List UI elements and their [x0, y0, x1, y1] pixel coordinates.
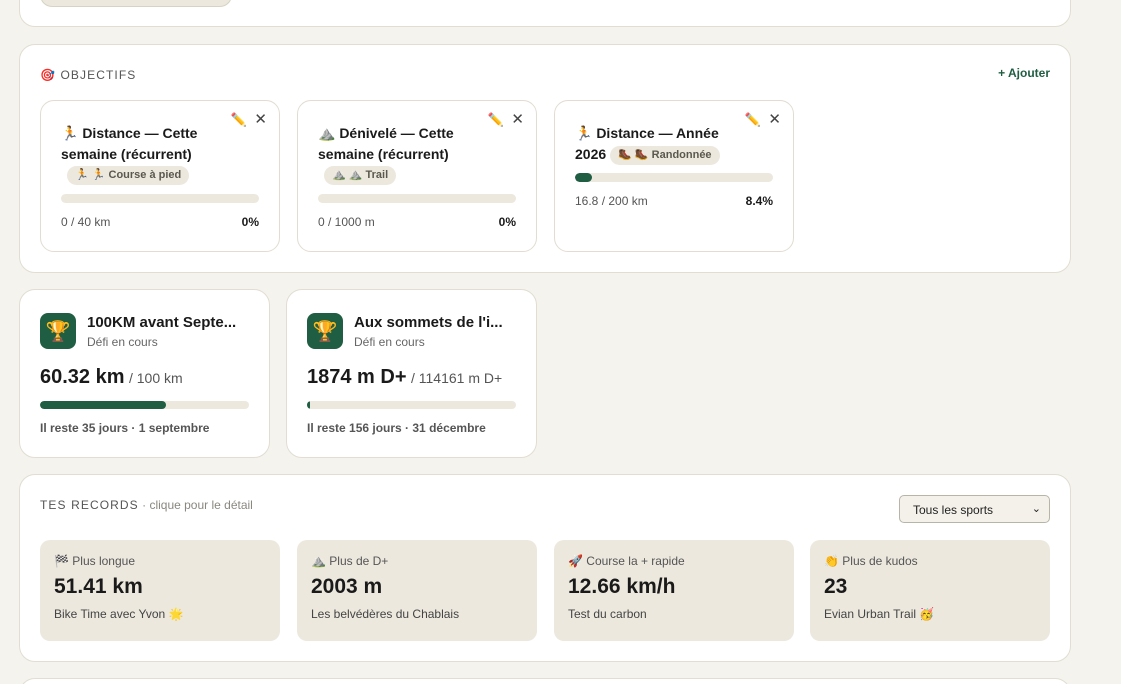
challenge-card[interactable]: 🏆 Aux sommets de l'i... Défi en cours 18… — [286, 289, 537, 458]
pencil-icon[interactable]: ✏️ — [745, 112, 761, 128]
record-activity: Evian Urban Trail 🥳 — [824, 607, 935, 621]
record-activity: Bike Time avec Yvon 🌟 — [54, 607, 184, 621]
trophy-icon: 🏆 — [40, 313, 76, 349]
goal-progress-text: 0 / 1000 m — [318, 215, 375, 229]
challenge-title: Aux sommets de l'i... — [354, 314, 503, 331]
goal-title: ⛰️ Dénivelé — Cette semaine (récurrent) — [318, 125, 454, 162]
target-icon: 🎯 — [40, 68, 57, 82]
challenge-current: 1874 m D+ — [307, 366, 407, 388]
add-objective-button[interactable]: + Ajouter — [998, 66, 1050, 80]
sport-filter-select[interactable]: Tous les sports ⌄ — [899, 495, 1050, 523]
challenge-remaining: Il reste 156 jours · 31 décembre — [307, 421, 486, 435]
challenge-current: 60.32 km — [40, 366, 125, 388]
challenge-progress-bar — [307, 401, 516, 409]
goal-sport-tag: 🥾 🥾 Randonnée — [610, 145, 720, 165]
record-activity: Les belvédères du Chablais — [311, 607, 460, 621]
record-value: 23 — [824, 575, 848, 598]
record-value: 12.66 km/h — [568, 575, 676, 598]
challenge-progress-fill — [40, 401, 167, 409]
challenge-title: 100KM avant Septe... — [87, 314, 237, 331]
challenge-target: / 100 km — [128, 370, 183, 386]
challenge-progress-fill — [307, 401, 311, 409]
challenge-status: Défi en cours — [354, 335, 425, 349]
record-label: 🏁 Plus longue — [54, 554, 135, 568]
goal-card: ✏️ ✕ 🏃 Distance — Année 2026 🥾 🥾 Randonné… — [554, 100, 794, 252]
record-value: 51.41 km — [54, 575, 143, 598]
record-label: 👏 Plus de kudos — [824, 554, 918, 568]
trophy-icon: 🏆 — [307, 313, 343, 349]
objectives-section: 🎯 OBJECTIFS + Ajouter ✏️ ✕ 🏃 Distance — … — [19, 44, 1071, 273]
record-label: 🚀 Course la + rapide — [568, 554, 685, 568]
chevron-down-icon: ⌄ — [1031, 503, 1041, 515]
record-tile-elevation[interactable]: ⛰️ Plus de D+ 2003 m Les belvédères du C… — [297, 540, 537, 641]
records-subtitle: · clique pour le détail — [138, 498, 253, 512]
goal-progress-fill — [575, 173, 592, 182]
record-activity: Test du carbon — [568, 607, 647, 621]
records-section: TES RECORDS · clique pour le détail Tous… — [19, 474, 1071, 662]
goal-sport-tag: ⛰️ ⛰️ Trail — [324, 166, 397, 185]
record-value: 2003 m — [311, 575, 383, 598]
sport-filter-value: Tous les sports — [913, 503, 994, 517]
record-tile-kudos[interactable]: 👏 Plus de kudos 23 Evian Urban Trail 🥳 — [810, 540, 1050, 641]
next-section-card — [19, 678, 1071, 684]
goal-progress-bar — [575, 173, 773, 182]
goal-card: ✏️ ✕ 🏃 Distance — Cette semaine (récurre… — [40, 100, 280, 252]
goal-percent: 0% — [241, 215, 259, 229]
previous-section-card — [19, 0, 1071, 27]
challenge-status: Défi en cours — [87, 335, 158, 349]
challenge-remaining: Il reste 35 jours · 1 septembre — [40, 421, 210, 435]
objectives-title: 🎯 OBJECTIFS — [40, 68, 136, 82]
goal-progress-text: 16.8 / 200 km — [575, 194, 648, 208]
close-icon[interactable]: ✕ — [511, 112, 524, 127]
goal-title: 🏃 Distance — Cette semaine (récurrent) — [61, 125, 198, 162]
close-icon[interactable]: ✕ — [768, 112, 781, 127]
pencil-icon[interactable]: ✏️ — [488, 112, 504, 128]
pencil-icon[interactable]: ✏️ — [231, 112, 247, 128]
challenge-value: 60.32 km / 100 km — [40, 366, 183, 389]
objectives-title-text: OBJECTIFS — [60, 68, 137, 82]
goal-percent: 8.4% — [745, 194, 773, 208]
goal-card: ✏️ ✕ ⛰️ Dénivelé — Cette semaine (récurr… — [297, 100, 537, 252]
record-label: ⛰️ Plus de D+ — [311, 554, 389, 568]
challenge-progress-bar — [40, 401, 249, 409]
goal-progress-bar — [318, 194, 516, 203]
close-icon[interactable]: ✕ — [254, 112, 267, 127]
previous-section-pill[interactable] — [40, 0, 232, 7]
records-title-text: TES RECORDS — [40, 498, 139, 512]
goal-progress-text: 0 / 40 km — [61, 215, 111, 229]
records-title: TES RECORDS · clique pour le détail — [40, 498, 253, 512]
challenge-target: / 114161 m D+ — [410, 370, 503, 386]
challenge-card[interactable]: 🏆 100KM avant Septe... Défi en cours 60.… — [19, 289, 270, 458]
goal-percent: 0% — [498, 215, 516, 229]
goal-sport-tag: 🏃 🏃 Course à pied — [67, 166, 190, 185]
challenge-value: 1874 m D+ / 114161 m D+ — [307, 366, 502, 389]
goal-progress-bar — [61, 194, 259, 203]
record-tile-longest[interactable]: 🏁 Plus longue 51.41 km Bike Time avec Yv… — [40, 540, 280, 641]
record-tile-fastest[interactable]: 🚀 Course la + rapide 12.66 km/h Test du … — [554, 540, 794, 641]
goal-title: 🏃 Distance — Année 2026 🥾 🥾 Randonnée — [575, 123, 747, 165]
